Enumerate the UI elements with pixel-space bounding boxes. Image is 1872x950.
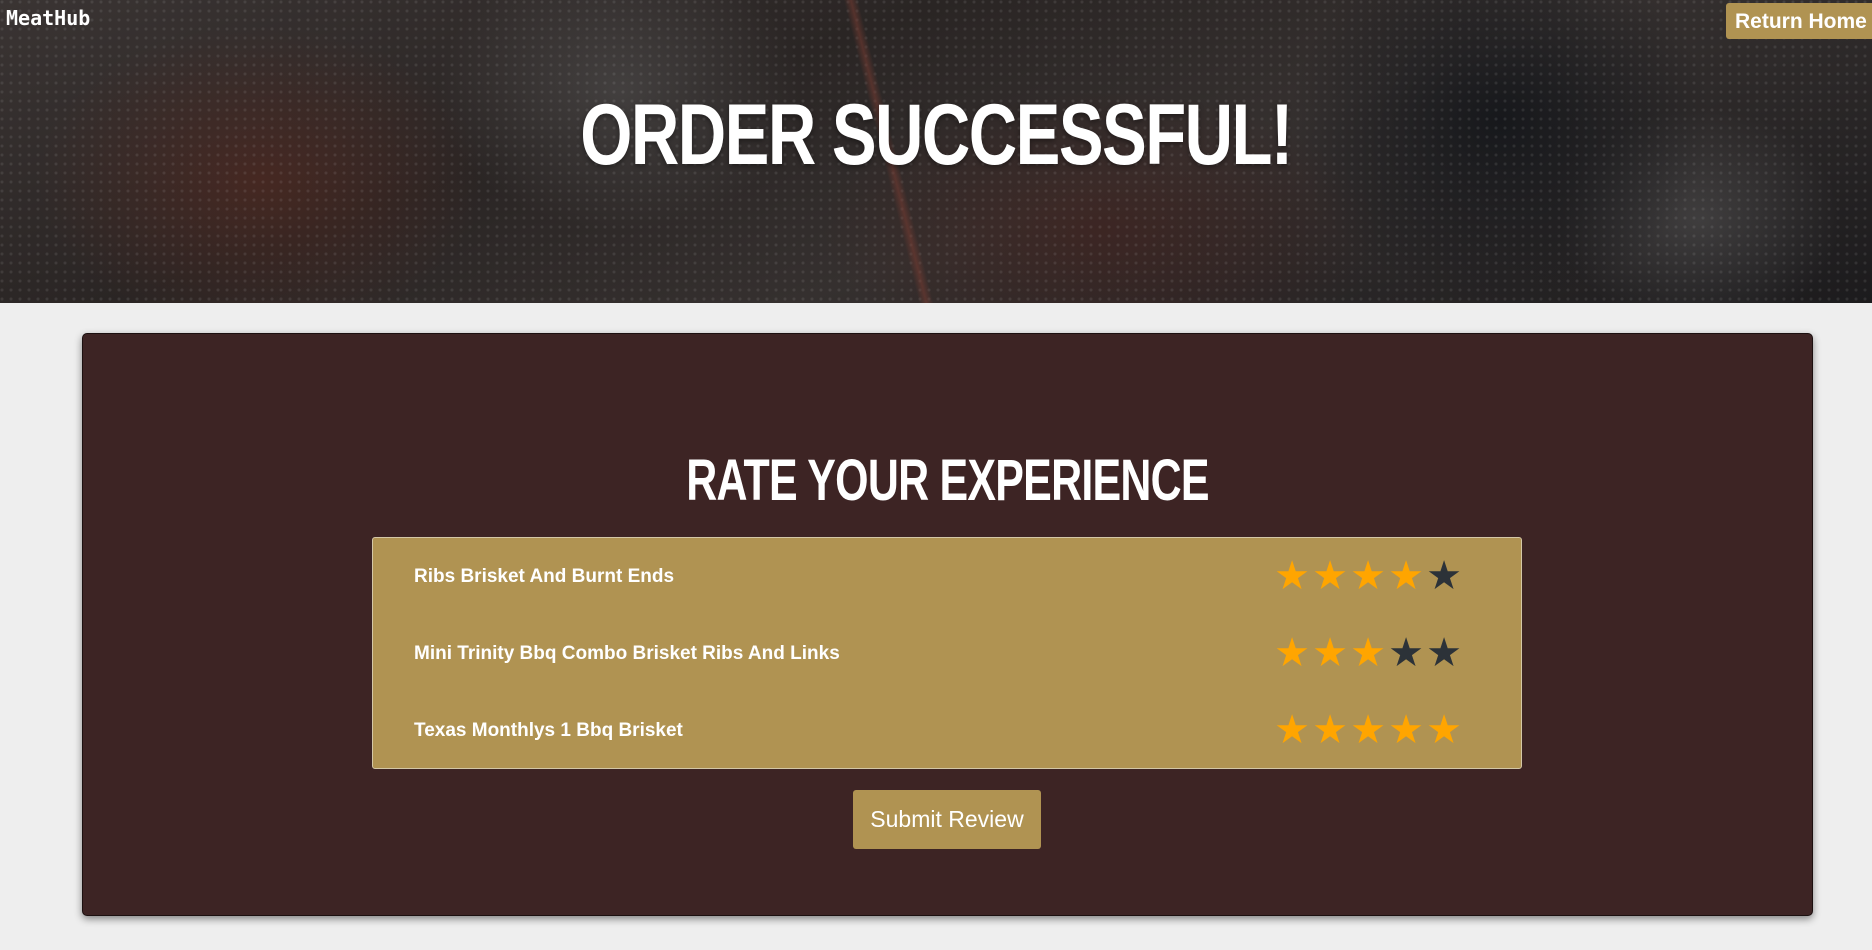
review-item-name: Texas Monthlys 1 Bbq Brisket: [414, 720, 683, 741]
star-icon[interactable]: ★: [1311, 633, 1349, 673]
review-item: Ribs Brisket And Burnt Ends ★ ★ ★ ★ ★: [373, 556, 1521, 596]
star-icon[interactable]: ★: [1349, 633, 1387, 673]
review-item-name: Ribs Brisket And Burnt Ends: [414, 566, 675, 587]
review-item-name: Mini Trinity Bbq Combo Brisket Ribs And …: [414, 643, 840, 664]
star-icon[interactable]: ★: [1387, 633, 1425, 673]
star-rating: ★ ★ ★ ★ ★: [1273, 556, 1463, 596]
star-icon[interactable]: ★: [1425, 633, 1463, 673]
star-icon[interactable]: ★: [1311, 556, 1349, 596]
star-icon[interactable]: ★: [1349, 556, 1387, 596]
return-home-button[interactable]: Return Home: [1726, 3, 1872, 39]
star-icon[interactable]: ★: [1387, 556, 1425, 596]
review-heading: RATE YOUR EXPERIENCE: [686, 448, 1209, 513]
page-title: ORDER SUCCESSFUL!: [580, 87, 1293, 183]
hero-banner: MeatHub Return Home ORDER SUCCESSFUL!: [0, 0, 1872, 303]
star-rating: ★ ★ ★ ★ ★: [1273, 710, 1463, 750]
review-list: Ribs Brisket And Burnt Ends ★ ★ ★ ★ ★ Mi…: [372, 537, 1522, 769]
star-icon[interactable]: ★: [1425, 710, 1463, 750]
star-icon[interactable]: ★: [1273, 710, 1311, 750]
review-item: Texas Monthlys 1 Bbq Brisket ★ ★ ★ ★ ★: [373, 710, 1521, 750]
star-icon[interactable]: ★: [1311, 710, 1349, 750]
star-rating: ★ ★ ★ ★ ★: [1273, 633, 1463, 673]
review-panel: RATE YOUR EXPERIENCE Ribs Brisket And Bu…: [82, 333, 1813, 916]
brand-logo[interactable]: MeatHub: [6, 6, 90, 30]
star-icon[interactable]: ★: [1387, 710, 1425, 750]
star-icon[interactable]: ★: [1349, 710, 1387, 750]
star-icon[interactable]: ★: [1273, 556, 1311, 596]
submit-review-button[interactable]: Submit Review: [853, 790, 1041, 849]
star-icon[interactable]: ★: [1425, 556, 1463, 596]
star-icon[interactable]: ★: [1273, 633, 1311, 673]
review-item: Mini Trinity Bbq Combo Brisket Ribs And …: [373, 633, 1521, 673]
